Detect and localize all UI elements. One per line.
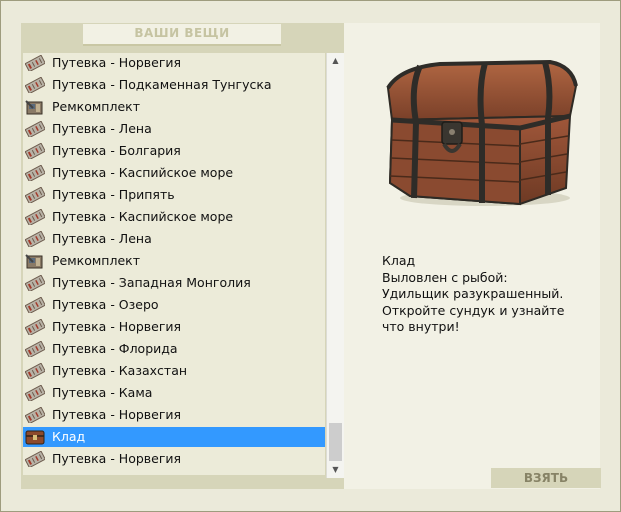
list-item-label: Путевка - Каспийское море (52, 209, 234, 224)
ticket-icon (24, 164, 46, 183)
ticket-icon (24, 76, 46, 95)
list-item[interactable]: Путевка - Болгария (23, 141, 325, 161)
description-line: Удильщик разукрашенный. (382, 286, 564, 301)
list-item[interactable]: Путевка - Лена (23, 119, 325, 139)
ticket-icon (24, 450, 46, 469)
list-item-label: Путевка - Болгария (52, 143, 181, 158)
list-item[interactable]: Путевка - Лена (23, 229, 325, 249)
list-item-label: Путевка - Озеро (52, 297, 159, 312)
list-item[interactable]: Путевка - Припять (23, 185, 325, 205)
item-name: Клад (382, 253, 416, 268)
ticket-icon (24, 274, 46, 293)
list-item[interactable]: Путевка - Кама (23, 383, 325, 403)
list-item[interactable]: Путевка - Каспийское море (23, 163, 325, 183)
list-item[interactable]: Путевка - Флорида (23, 339, 325, 359)
list-item[interactable]: Путевка - Норвегия (23, 449, 325, 469)
inventory-title: ВАШИ ВЕЩИ (83, 24, 281, 46)
scroll-down-button[interactable]: ▼ (328, 463, 343, 477)
list-item[interactable]: Путевка - Каспийское море (23, 207, 325, 227)
ticket-icon (24, 318, 46, 337)
list-item-label: Путевка - Каспийское море (52, 165, 234, 180)
ticket-icon (24, 340, 46, 359)
list-item[interactable]: Путевка - Озеро (23, 295, 325, 315)
ticket-icon (24, 142, 46, 161)
scroll-thumb[interactable] (329, 423, 342, 461)
repair-kit-icon (25, 253, 45, 269)
ticket-icon (24, 362, 46, 381)
list-item[interactable]: Путевка - Норвегия (23, 317, 325, 337)
ticket-icon (24, 120, 46, 139)
list-item-label: Путевка - Норвегия (52, 55, 182, 70)
list-item[interactable]: Ремкомплект (23, 251, 325, 271)
list-item-label: Ремкомплект (52, 253, 140, 268)
ticket-icon (24, 406, 46, 425)
inventory-list: Путевка - Норвегия Путевка - Подкаменная … (23, 53, 325, 475)
list-item-label: Путевка - Норвегия (52, 451, 182, 466)
list-item[interactable]: Путевка - Подкаменная Тунгуска (23, 75, 325, 95)
list-item-label: Путевка - Западная Монголия (52, 275, 251, 290)
inventory-scrollbar[interactable]: ▲ ▼ (326, 53, 344, 478)
ticket-icon (24, 54, 46, 73)
ticket-icon (24, 186, 46, 205)
ticket-icon (24, 208, 46, 227)
list-item-label: Путевка - Лена (52, 231, 152, 246)
list-item[interactable]: Ремкомплект (23, 97, 325, 117)
list-item-label: Путевка - Припять (52, 187, 175, 202)
list-item[interactable]: Путевка - Западная Монголия (23, 273, 325, 293)
scroll-up-button[interactable]: ▲ (328, 54, 343, 68)
list-item-label: Путевка - Кама (52, 385, 153, 400)
list-item-label: Клад (52, 429, 86, 444)
take-button[interactable]: ВЗЯТЬ (491, 468, 601, 488)
list-item-label: Путевка - Лена (52, 121, 152, 136)
list-item-label: Путевка - Флорида (52, 341, 178, 356)
list-item[interactable]: Путевка - Казахстан (23, 361, 325, 381)
list-item-label: Путевка - Подкаменная Тунгуска (52, 77, 272, 92)
item-description: Клад Выловлен с рыбой: Удильщик разукраш… (382, 253, 592, 336)
treasure-chest-icon (25, 429, 45, 445)
ticket-icon (24, 384, 46, 403)
list-item[interactable]: Путевка - Норвегия (23, 405, 325, 425)
list-item-label: Путевка - Казахстан (52, 363, 188, 378)
treasure-chest-image (386, 59, 578, 206)
list-item[interactable]: Клад (23, 427, 325, 447)
ticket-icon (24, 230, 46, 249)
description-line: что внутри! (382, 319, 460, 334)
list-item[interactable]: Путевка - Норвегия (23, 53, 325, 73)
list-item-label: Ремкомплект (52, 99, 140, 114)
description-line: Откройте сундук и узнайте (382, 302, 565, 318)
list-item-label: Путевка - Норвегия (52, 319, 182, 334)
repair-kit-icon (25, 99, 45, 115)
list-item-label: Путевка - Норвегия (52, 407, 182, 422)
description-line: Выловлен с рыбой: (382, 269, 508, 285)
ticket-icon (24, 296, 46, 315)
